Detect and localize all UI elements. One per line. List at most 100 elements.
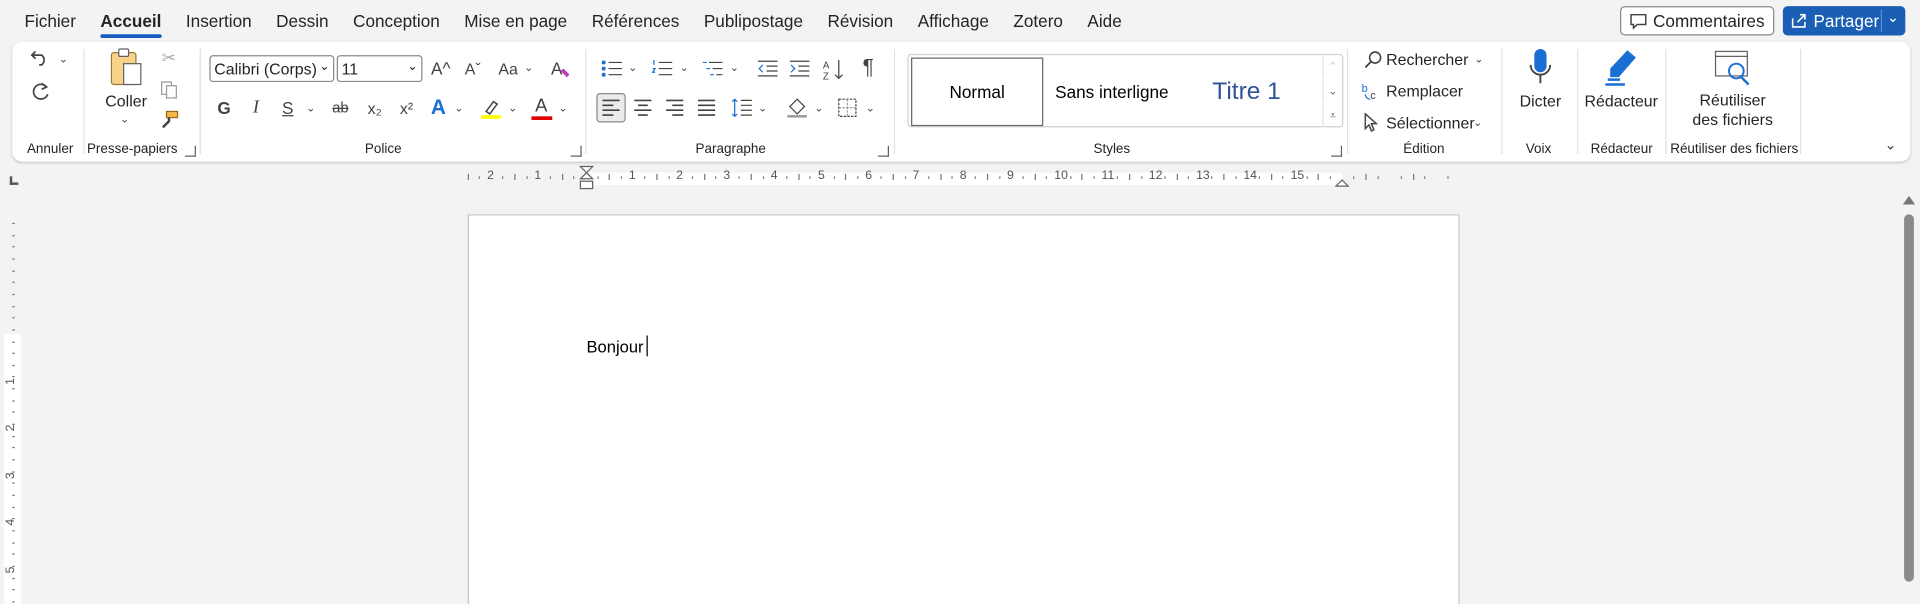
shrink-font-icon[interactable]: Aˇ bbox=[459, 55, 486, 82]
copy-icon[interactable] bbox=[159, 80, 179, 100]
document-page[interactable]: Bonjour bbox=[467, 214, 1460, 604]
vertical-ruler[interactable] bbox=[3, 218, 21, 604]
shading-dropdown-icon[interactable]: ⌄ bbox=[814, 102, 823, 115]
bold-icon[interactable]: G bbox=[212, 96, 236, 120]
rechercher-label[interactable]: Rechercher bbox=[1386, 50, 1468, 68]
remplacer-label[interactable]: Remplacer bbox=[1386, 82, 1463, 100]
subscript-icon[interactable]: x₂ bbox=[361, 96, 388, 120]
redacteur-label[interactable]: Rédacteur bbox=[1585, 92, 1658, 112]
selectionner-label[interactable]: Sélectionner bbox=[1386, 114, 1475, 132]
numbering-dropdown-icon[interactable]: ⌄ bbox=[680, 61, 689, 74]
share-button[interactable]: Partager ⌄ bbox=[1782, 6, 1906, 36]
collapse-ribbon-icon[interactable]: ⌄ bbox=[1881, 135, 1901, 155]
right-indent-marker-icon[interactable] bbox=[1333, 176, 1350, 188]
borders-dropdown-icon[interactable]: ⌄ bbox=[866, 102, 875, 115]
text-effects-dropdown-icon[interactable]: ⌄ bbox=[454, 102, 463, 115]
undo-dropdown-icon[interactable]: ⌄ bbox=[59, 53, 68, 66]
tab-affichage[interactable]: Affichage bbox=[905, 0, 1001, 42]
line-spacing-icon[interactable] bbox=[729, 94, 756, 121]
clear-formatting-icon[interactable]: A bbox=[547, 55, 574, 82]
styles-scroll-up-icon[interactable]: ⌃ bbox=[1322, 55, 1342, 79]
scroll-thumb[interactable] bbox=[1904, 214, 1914, 582]
reutiliser-label[interactable]: Réutiliser des fichiers bbox=[1678, 91, 1788, 130]
tab-mise-en-page[interactable]: Mise en page bbox=[452, 0, 579, 42]
reuse-files-icon[interactable] bbox=[1712, 47, 1754, 89]
scroll-up-icon[interactable] bbox=[1902, 195, 1916, 205]
borders-icon[interactable] bbox=[834, 94, 861, 121]
numbering-icon[interactable] bbox=[649, 56, 676, 80]
paste-dropdown-icon[interactable]: ⌄ bbox=[120, 113, 129, 126]
selectionner-dropdown-icon[interactable]: ⌄ bbox=[1473, 116, 1482, 129]
rechercher-dropdown-icon[interactable]: ⌄ bbox=[1474, 53, 1483, 66]
paragraph-launcher-icon[interactable] bbox=[877, 145, 889, 157]
cut-icon[interactable]: ✂ bbox=[159, 47, 179, 68]
grow-font-icon[interactable]: A^ bbox=[427, 55, 454, 82]
style-titre-1[interactable]: Titre 1 bbox=[1180, 58, 1312, 127]
styles-launcher-icon[interactable] bbox=[1331, 145, 1343, 157]
replace-icon[interactable]: bc bbox=[1360, 80, 1382, 102]
redo-icon[interactable] bbox=[27, 80, 54, 104]
tab-fichier[interactable]: Fichier bbox=[12, 0, 88, 42]
line-spacing-dropdown-icon[interactable]: ⌄ bbox=[758, 102, 767, 115]
document-body[interactable]: Bonjour bbox=[587, 335, 648, 357]
tab-revision[interactable]: Révision bbox=[815, 0, 905, 42]
clipboard-icon[interactable] bbox=[108, 47, 145, 89]
strikethrough-icon[interactable]: ab bbox=[327, 96, 354, 120]
chevron-down-icon[interactable]: ⌄ bbox=[1887, 9, 1899, 26]
paste-label[interactable]: Coller bbox=[105, 92, 147, 110]
clipboard-launcher-icon[interactable] bbox=[184, 145, 196, 157]
font-color-dropdown-icon[interactable]: ⌄ bbox=[558, 102, 567, 115]
dicter-label[interactable]: Dicter bbox=[1512, 92, 1568, 112]
vertical-scrollbar[interactable] bbox=[1900, 193, 1917, 603]
underline-dropdown-icon[interactable]: ⌄ bbox=[306, 102, 315, 115]
sort-icon[interactable]: AZ bbox=[820, 56, 847, 83]
multilevel-list-icon[interactable] bbox=[699, 56, 726, 80]
tab-dessin[interactable]: Dessin bbox=[264, 0, 341, 42]
font-size-combo[interactable]: 11 ⌄ bbox=[336, 55, 423, 83]
tab-conception[interactable]: Conception bbox=[341, 0, 452, 42]
tab-accueil[interactable]: Accueil bbox=[88, 0, 173, 42]
style-normal[interactable]: Normal bbox=[911, 57, 1044, 127]
comments-button[interactable]: Commentaires bbox=[1620, 6, 1775, 36]
change-case-icon[interactable]: Aa bbox=[493, 55, 522, 82]
italic-icon[interactable]: I bbox=[244, 96, 268, 120]
shading-icon[interactable] bbox=[784, 94, 811, 121]
align-center-icon[interactable] bbox=[629, 94, 656, 121]
case-dropdown-icon[interactable]: ⌄ bbox=[524, 61, 533, 74]
pilcrow-icon[interactable]: ¶ bbox=[855, 54, 882, 81]
tab-aide[interactable]: Aide bbox=[1075, 0, 1134, 42]
font-launcher-icon[interactable] bbox=[570, 145, 582, 157]
align-left-icon[interactable] bbox=[596, 93, 626, 123]
highlight-dropdown-icon[interactable]: ⌄ bbox=[508, 102, 517, 115]
bullets-dropdown-icon[interactable]: ⌄ bbox=[628, 61, 637, 74]
indent-marker-icon[interactable] bbox=[578, 165, 595, 192]
microphone-icon[interactable] bbox=[1526, 47, 1555, 89]
superscript-icon[interactable]: x² bbox=[393, 96, 420, 120]
text-effects-icon[interactable]: A bbox=[425, 96, 452, 120]
highlight-icon[interactable] bbox=[478, 96, 505, 123]
editor-pen-icon[interactable] bbox=[1602, 47, 1641, 89]
underline-icon[interactable]: S bbox=[276, 96, 300, 120]
undo-icon[interactable] bbox=[27, 47, 54, 69]
tab-references[interactable]: Références bbox=[579, 0, 691, 42]
tab-selector-icon[interactable] bbox=[9, 176, 19, 185]
tab-publipostage[interactable]: Publipostage bbox=[692, 0, 816, 42]
align-right-icon[interactable] bbox=[661, 94, 688, 121]
bullets-icon[interactable] bbox=[599, 56, 626, 80]
multilevel-dropdown-icon[interactable]: ⌄ bbox=[730, 61, 739, 74]
decrease-indent-icon[interactable] bbox=[754, 56, 781, 80]
justify-icon[interactable] bbox=[693, 94, 720, 121]
search-icon[interactable] bbox=[1362, 48, 1384, 70]
format-painter-icon[interactable] bbox=[159, 110, 179, 130]
ruler-tick bbox=[703, 173, 705, 181]
styles-more-icon[interactable]: ⩡ bbox=[1322, 104, 1342, 128]
font-color-icon[interactable]: A bbox=[528, 93, 555, 122]
styles-scroll-down-icon[interactable]: ⌄ bbox=[1322, 79, 1342, 103]
select-cursor-icon[interactable] bbox=[1360, 111, 1382, 133]
style-sans-interligne[interactable]: Sans interligne bbox=[1046, 58, 1178, 127]
tab-insertion[interactable]: Insertion bbox=[174, 0, 264, 42]
increase-indent-icon[interactable] bbox=[786, 56, 813, 80]
tab-zotero[interactable]: Zotero bbox=[1001, 0, 1075, 42]
font-name-combo[interactable]: Calibri (Corps) ⌄ bbox=[209, 55, 335, 83]
ruler-tick bbox=[786, 176, 788, 179]
